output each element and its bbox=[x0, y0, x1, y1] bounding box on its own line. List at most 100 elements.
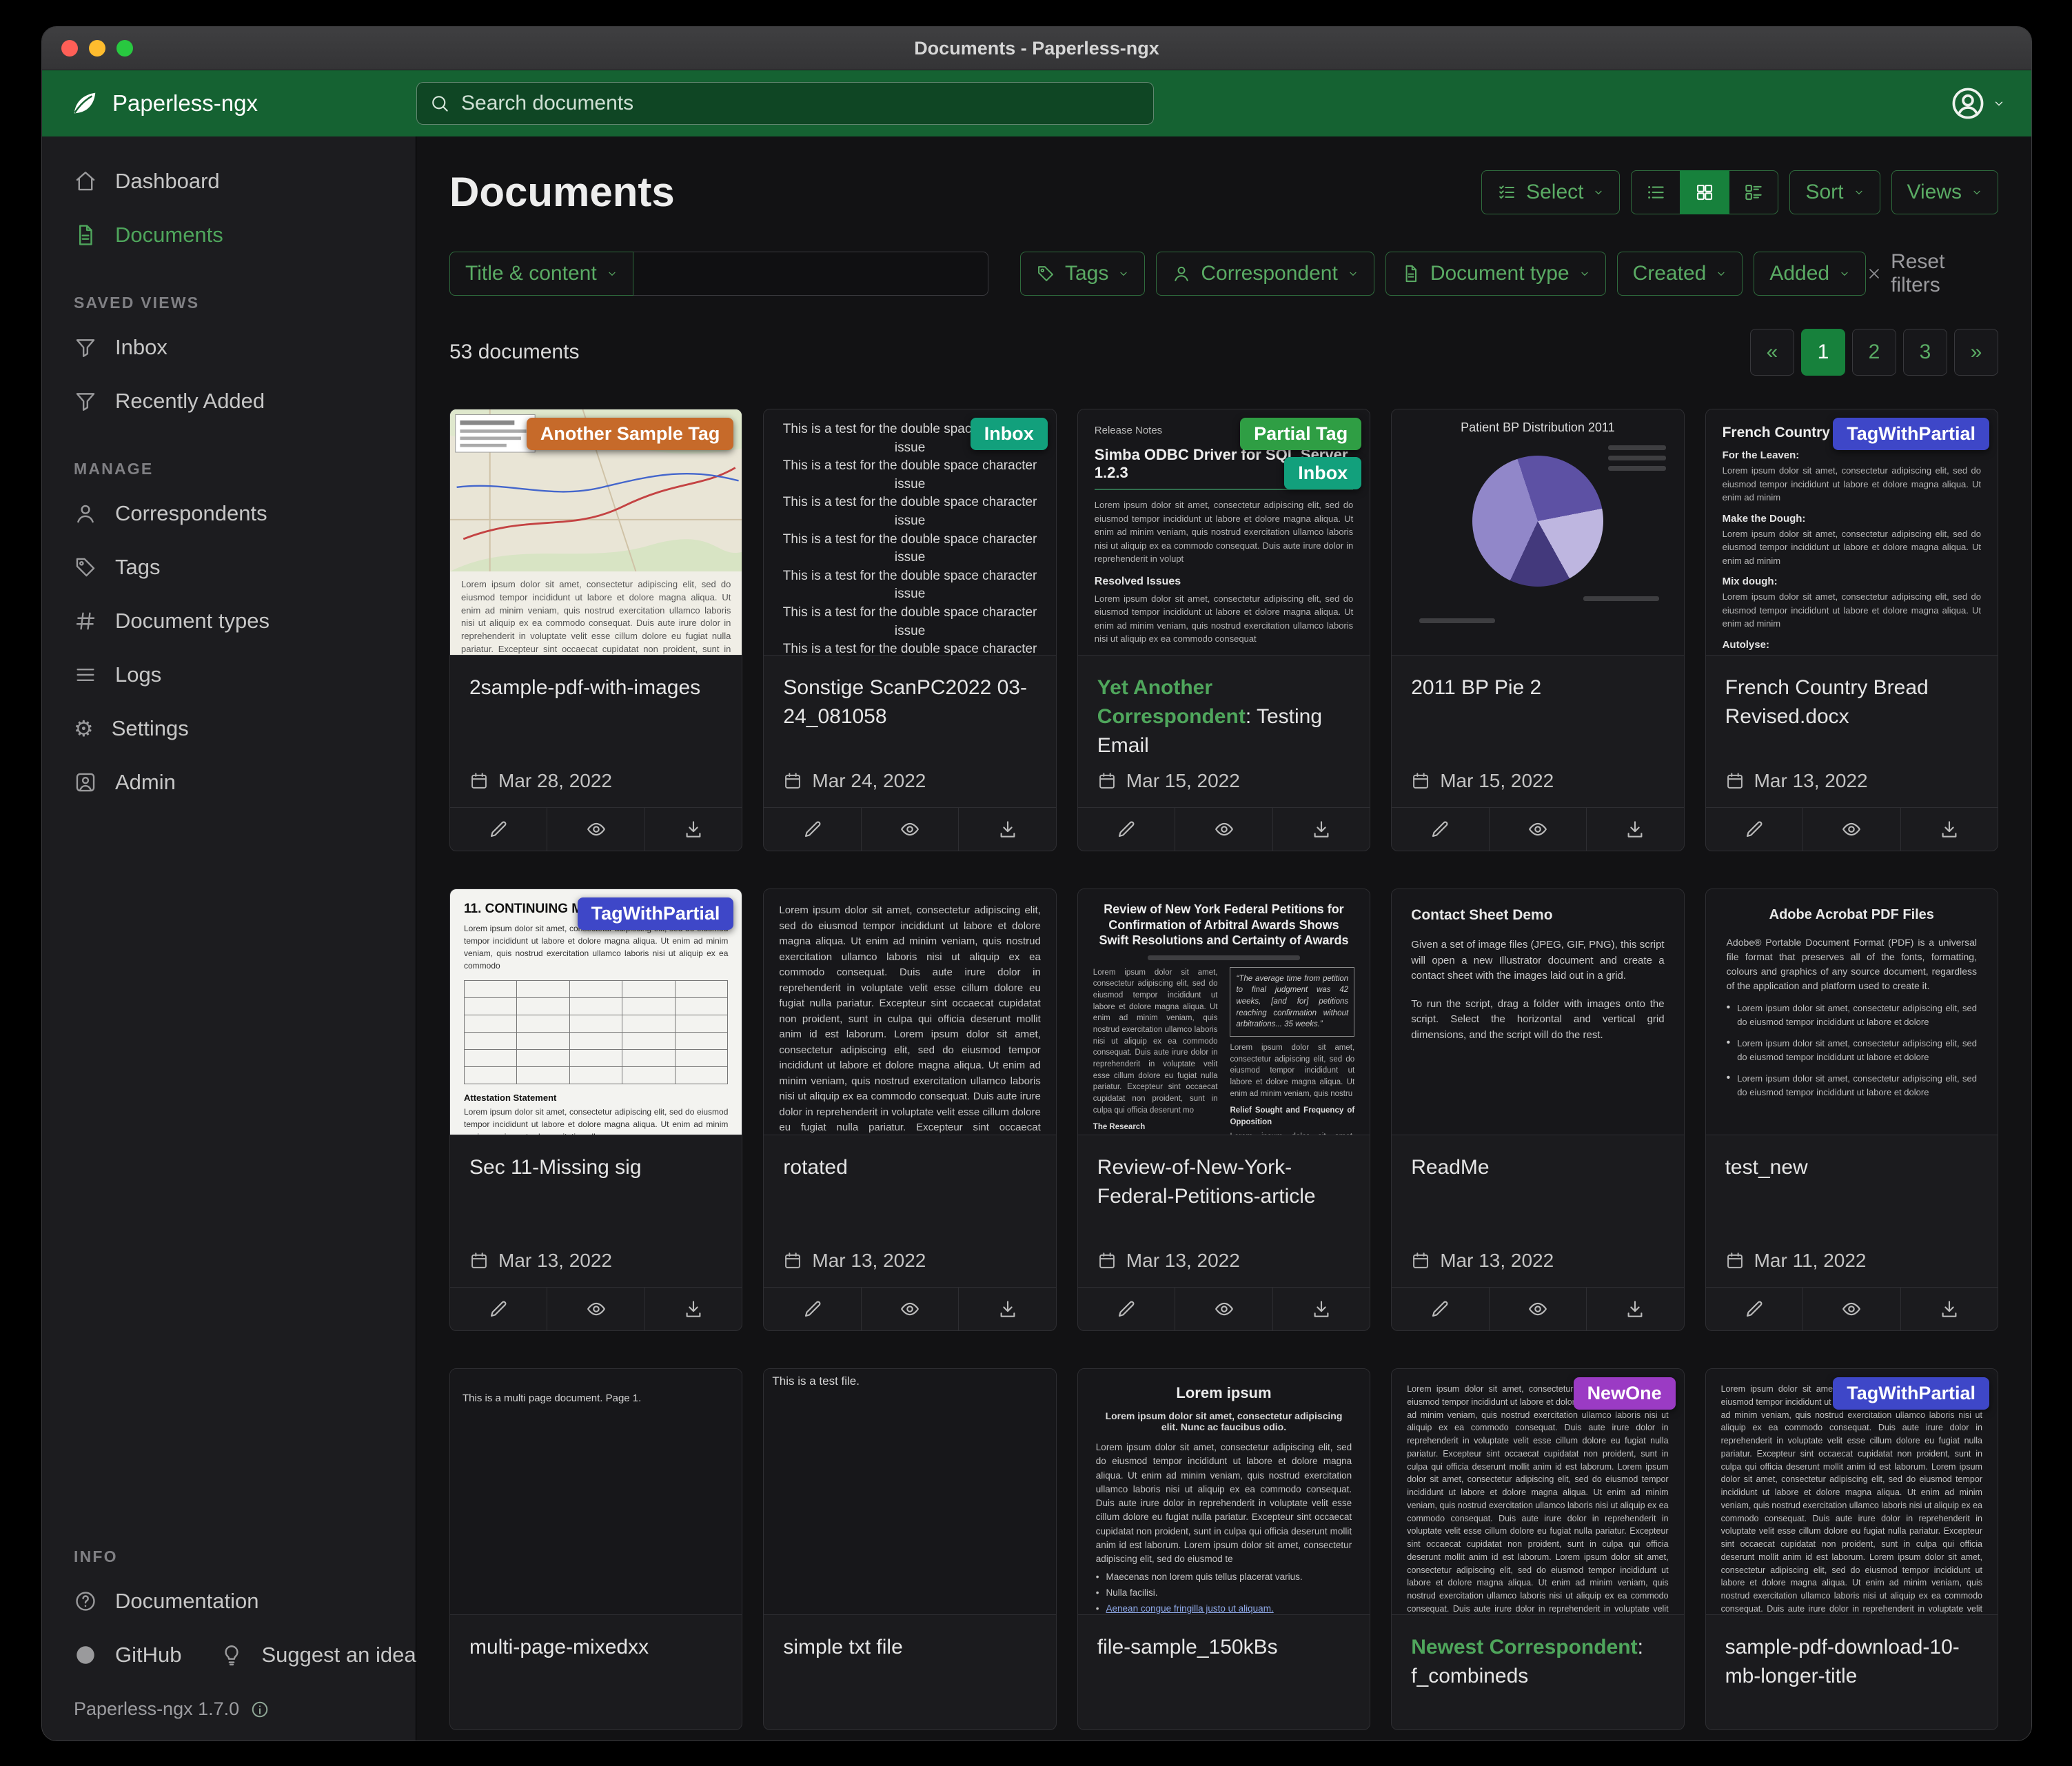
user-menu[interactable] bbox=[1950, 85, 2005, 121]
zoom-window-button[interactable] bbox=[116, 40, 133, 57]
edit-button[interactable] bbox=[1706, 1288, 1802, 1330]
sidebar-item-correspondents[interactable]: Correspondents bbox=[42, 487, 416, 540]
download-button[interactable] bbox=[958, 1288, 1055, 1330]
tag-chip-partial-tag[interactable]: Partial Tag bbox=[1240, 418, 1361, 450]
document-title[interactable]: test_new bbox=[1725, 1153, 1978, 1182]
edit-button[interactable] bbox=[1078, 1288, 1175, 1330]
tag-chip-another-sample-tag[interactable]: Another Sample Tag bbox=[527, 418, 734, 450]
download-button[interactable] bbox=[1900, 1288, 1998, 1330]
document-thumbnail[interactable]: French Country BreadFor the Leaven:Lorem… bbox=[1706, 409, 1998, 656]
filter-created-button[interactable]: Created bbox=[1617, 252, 1743, 296]
view-details-button[interactable] bbox=[1729, 170, 1778, 214]
document-thumbnail[interactable]: Lorem ipsum dolor sit amet, consectetur … bbox=[1392, 1369, 1683, 1615]
correspondent-link[interactable]: Newest Correspondent bbox=[1411, 1636, 1637, 1658]
edit-button[interactable] bbox=[764, 1288, 860, 1330]
sidebar-item-github[interactable]: GitHub bbox=[42, 1628, 188, 1682]
document-title[interactable]: Review-of-New-York-Federal-Petitions-art… bbox=[1097, 1153, 1350, 1211]
download-button[interactable] bbox=[958, 808, 1055, 851]
filter-added-button[interactable]: Added bbox=[1754, 252, 1866, 296]
view-list-button[interactable] bbox=[1631, 170, 1680, 214]
pagination-next[interactable]: » bbox=[1954, 329, 1998, 376]
correspondent-link[interactable]: Yet Another Correspondent bbox=[1097, 676, 1246, 728]
sidebar-item-suggest-an-idea[interactable]: Suggest an idea bbox=[188, 1628, 423, 1682]
view-button[interactable] bbox=[861, 808, 958, 851]
tag-chip-newone[interactable]: NewOne bbox=[1574, 1377, 1676, 1410]
title-content-dropdown[interactable]: Title & content bbox=[449, 252, 633, 296]
document-thumbnail[interactable]: Lorem ipsum dolor sit amet, consectetur … bbox=[450, 409, 742, 656]
sidebar-item-admin[interactable]: Admin bbox=[42, 755, 416, 809]
edit-button[interactable] bbox=[1392, 1288, 1488, 1330]
edit-button[interactable] bbox=[450, 1288, 547, 1330]
tag-chip-tagwithpartial[interactable]: TagWithPartial bbox=[1833, 1377, 1989, 1410]
view-button[interactable] bbox=[1175, 808, 1272, 851]
filter-document-type-button[interactable]: Document type bbox=[1385, 252, 1606, 296]
document-title[interactable]: ReadMe bbox=[1411, 1153, 1664, 1182]
edit-button[interactable] bbox=[1078, 808, 1175, 851]
view-button[interactable] bbox=[1489, 1288, 1586, 1330]
document-thumbnail[interactable]: Review of New York Federal Petitions for… bbox=[1078, 889, 1370, 1135]
select-button[interactable]: Select bbox=[1481, 170, 1620, 214]
sidebar-item-document-types[interactable]: Document types bbox=[42, 594, 416, 648]
filter-correspondent-button[interactable]: Correspondent bbox=[1156, 252, 1374, 296]
document-title[interactable]: rotated bbox=[783, 1153, 1036, 1182]
document-title[interactable]: file-sample_150kBs bbox=[1097, 1633, 1350, 1662]
document-title[interactable]: multi-page-mixedxx bbox=[469, 1633, 722, 1662]
document-thumbnail[interactable]: Lorem ipsumLorem ipsum dolor sit amet, c… bbox=[1078, 1369, 1370, 1615]
download-button[interactable] bbox=[1586, 808, 1683, 851]
search-input[interactable] bbox=[460, 91, 1141, 116]
download-button[interactable] bbox=[1900, 808, 1998, 851]
sidebar-item-tags[interactable]: Tags bbox=[42, 540, 416, 594]
view-button[interactable] bbox=[861, 1288, 958, 1330]
document-title[interactable]: sample-pdf-download-10-mb-longer-title bbox=[1725, 1633, 1978, 1691]
sidebar-item-documents[interactable]: Documents bbox=[42, 208, 416, 262]
document-thumbnail[interactable]: Lorem ipsum dolor sit amet, consectetur … bbox=[764, 889, 1055, 1135]
sidebar-item-settings[interactable]: ⚙Settings bbox=[42, 702, 416, 755]
pagination-page-1[interactable]: 1 bbox=[1801, 329, 1845, 376]
view-button[interactable] bbox=[547, 808, 644, 851]
document-title[interactable]: simple txt file bbox=[783, 1633, 1036, 1662]
tag-chip-inbox[interactable]: Inbox bbox=[971, 418, 1048, 450]
document-thumbnail[interactable]: This is a test for the double space char… bbox=[764, 409, 1055, 656]
document-thumbnail[interactable]: This is a multi page document. Page 1. bbox=[450, 1369, 742, 1615]
close-window-button[interactable] bbox=[61, 40, 78, 57]
edit-button[interactable] bbox=[1706, 808, 1802, 851]
minimize-window-button[interactable] bbox=[89, 40, 105, 57]
sort-button[interactable]: Sort bbox=[1789, 170, 1880, 214]
document-thumbnail[interactable]: 11. CONTINUING MEDICAL EDUCATIONLorem ip… bbox=[450, 889, 742, 1135]
view-button[interactable] bbox=[1175, 1288, 1272, 1330]
document-thumbnail[interactable]: Adobe Acrobat PDF FilesAdobe® Portable D… bbox=[1706, 889, 1998, 1135]
document-title[interactable]: 2011 BP Pie 2 bbox=[1411, 673, 1664, 702]
download-button[interactable] bbox=[1586, 1288, 1683, 1330]
reset-filters-button[interactable]: Reset filters bbox=[1866, 250, 1998, 297]
pagination-prev[interactable]: « bbox=[1750, 329, 1794, 376]
pagination-page-3[interactable]: 3 bbox=[1903, 329, 1947, 376]
view-button[interactable] bbox=[547, 1288, 644, 1330]
document-thumbnail[interactable]: Release NotesSimba ODBC Driver for SQL S… bbox=[1078, 409, 1370, 656]
document-thumbnail[interactable]: This is a test file. bbox=[764, 1369, 1055, 1615]
sidebar-item-documentation[interactable]: Documentation bbox=[42, 1574, 416, 1628]
document-title[interactable]: French Country Bread Revised.docx bbox=[1725, 673, 1978, 731]
document-title[interactable]: Sec 11-Missing sig bbox=[469, 1153, 722, 1182]
view-grid-button[interactable] bbox=[1680, 170, 1729, 214]
view-button[interactable] bbox=[1802, 1288, 1900, 1330]
app-brand[interactable]: Paperless-ngx bbox=[42, 88, 416, 119]
edit-button[interactable] bbox=[450, 808, 547, 851]
sidebar-item-inbox[interactable]: Inbox bbox=[42, 321, 416, 374]
tag-chip-inbox[interactable]: Inbox bbox=[1284, 457, 1361, 489]
document-thumbnail[interactable]: Lorem ipsum dolor sit amet, consectetur … bbox=[1706, 1369, 1998, 1615]
download-button[interactable] bbox=[1272, 808, 1370, 851]
pagination-page-2[interactable]: 2 bbox=[1852, 329, 1896, 376]
filter-text-input[interactable] bbox=[633, 252, 988, 296]
view-button[interactable] bbox=[1802, 808, 1900, 851]
document-thumbnail[interactable]: Patient BP Distribution 2011 bbox=[1392, 409, 1683, 656]
views-button[interactable]: Views bbox=[1891, 170, 1998, 214]
sidebar-item-logs[interactable]: Logs bbox=[42, 648, 416, 702]
view-button[interactable] bbox=[1489, 808, 1586, 851]
download-button[interactable] bbox=[644, 808, 742, 851]
document-title[interactable]: Sonstige ScanPC2022 03-24_081058 bbox=[783, 673, 1036, 731]
document-title[interactable]: Newest Correspondent: f_combineds bbox=[1411, 1633, 1664, 1691]
sidebar-item-recently-added[interactable]: Recently Added bbox=[42, 374, 416, 428]
download-button[interactable] bbox=[1272, 1288, 1370, 1330]
document-title[interactable]: 2sample-pdf-with-images bbox=[469, 673, 722, 702]
edit-button[interactable] bbox=[764, 808, 860, 851]
